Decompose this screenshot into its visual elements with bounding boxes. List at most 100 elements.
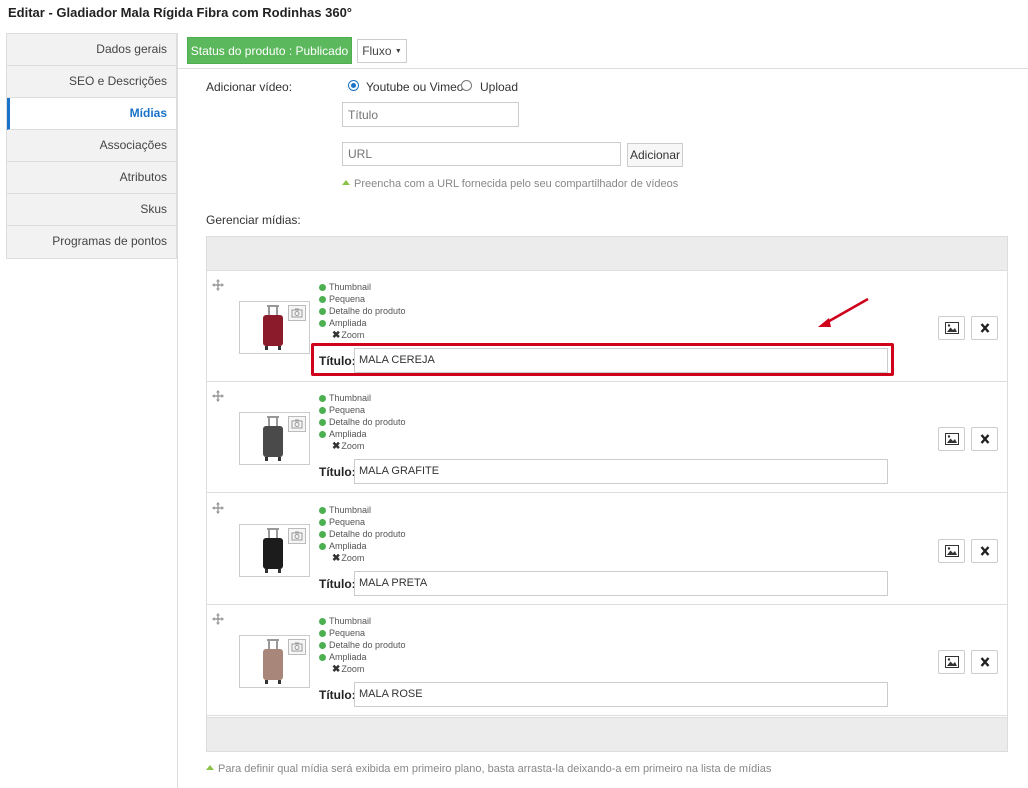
media-thumbnail[interactable] bbox=[239, 412, 310, 465]
radio-youtube-label: Youtube ou Vimeo bbox=[366, 80, 464, 94]
status-dot-icon bbox=[319, 654, 326, 661]
drag-move-icon[interactable] bbox=[212, 390, 224, 402]
page-title: Editar - Gladiador Mala Rígida Fibra com… bbox=[8, 5, 352, 20]
delete-media-button[interactable] bbox=[971, 650, 998, 674]
size-ampliada: Ampliada bbox=[329, 652, 367, 662]
close-icon bbox=[980, 434, 990, 444]
status-dot-icon bbox=[319, 308, 326, 315]
sidebar-item-associacoes[interactable]: Associações bbox=[7, 130, 176, 162]
media-thumbnail[interactable] bbox=[239, 524, 310, 577]
media-hint: Para definir qual mídia será exibida em … bbox=[206, 763, 771, 775]
highlight-box-annotation bbox=[311, 343, 894, 376]
delete-media-button[interactable] bbox=[971, 316, 998, 340]
media-title-label: Título: bbox=[319, 688, 356, 702]
status-dot-icon bbox=[319, 519, 326, 526]
close-icon bbox=[980, 546, 990, 556]
media-title-label: Título: bbox=[319, 577, 356, 591]
size-thumbnail: Thumbnail bbox=[329, 505, 372, 515]
flow-label: Fluxo bbox=[362, 44, 392, 58]
toolbar-divider bbox=[178, 68, 1028, 69]
size-pequena: Pequena bbox=[329, 628, 366, 638]
media-row[interactable]: Thumbnail Pequena Detalhe do produto Amp… bbox=[207, 382, 1007, 493]
camera-icon[interactable] bbox=[288, 528, 306, 544]
media-table: Thumbnail Pequena Detalhe do produto Amp… bbox=[206, 236, 1008, 752]
edit-image-button[interactable] bbox=[938, 427, 965, 451]
media-title-label: Título: bbox=[319, 465, 356, 479]
edit-image-button[interactable] bbox=[938, 539, 965, 563]
sidebar-item-programas-pontos[interactable]: Programas de pontos bbox=[7, 226, 176, 258]
x-mark-icon: ✖ bbox=[332, 441, 341, 452]
media-title-input[interactable]: MALA GRAFITE bbox=[354, 459, 888, 484]
suitcase-body bbox=[263, 538, 283, 569]
media-size-list: Thumbnail Pequena Detalhe do produto Amp… bbox=[319, 504, 406, 565]
video-hint-text: Preencha com a URL fornecida pelo seu co… bbox=[354, 178, 679, 190]
media-title-input[interactable]: MALA PRETA bbox=[354, 571, 888, 596]
suitcase-body bbox=[263, 426, 283, 457]
status-dot-icon bbox=[319, 642, 326, 649]
suitcase-image bbox=[263, 416, 283, 461]
sidebar-item-skus[interactable]: Skus bbox=[7, 194, 176, 226]
radio-upload-label: Upload bbox=[480, 80, 519, 94]
size-pequena: Pequena bbox=[329, 405, 366, 415]
suitcase-image bbox=[263, 528, 283, 573]
size-pequena: Pequena bbox=[329, 517, 366, 527]
camera-icon[interactable] bbox=[288, 305, 306, 321]
size-zoom: Zoom bbox=[341, 664, 365, 674]
size-detalhe: Detalhe do produto bbox=[329, 417, 406, 427]
sidebar-item-atributos[interactable]: Atributos bbox=[7, 162, 176, 194]
sidebar-nav: Dados gerais SEO e Descrições Mídias Ass… bbox=[6, 33, 177, 259]
flow-dropdown-button[interactable]: Fluxo ▼ bbox=[357, 39, 407, 63]
camera-icon[interactable] bbox=[288, 639, 306, 655]
radio-upload[interactable] bbox=[461, 80, 472, 91]
add-video-button[interactable]: Adicionar bbox=[627, 143, 683, 167]
camera-icon[interactable] bbox=[288, 416, 306, 432]
edit-image-button[interactable] bbox=[938, 650, 965, 674]
size-ampliada: Ampliada bbox=[329, 318, 367, 328]
size-thumbnail: Thumbnail bbox=[329, 282, 372, 292]
sidebar-item-seo[interactable]: SEO e Descrições bbox=[7, 66, 176, 98]
red-arrow-annotation bbox=[818, 297, 869, 327]
radio-youtube[interactable] bbox=[348, 80, 359, 91]
sidebar-item-dados-gerais[interactable]: Dados gerais bbox=[7, 34, 176, 66]
delete-media-button[interactable] bbox=[971, 427, 998, 451]
media-thumbnail[interactable] bbox=[239, 301, 310, 354]
edit-image-button[interactable] bbox=[938, 316, 965, 340]
media-row[interactable]: Thumbnail Pequena Detalhe do produto Amp… bbox=[207, 494, 1007, 605]
size-zoom: Zoom bbox=[341, 553, 365, 563]
image-icon bbox=[945, 656, 959, 668]
media-section-label: Gerenciar mídias: bbox=[206, 213, 301, 227]
suitcase-image bbox=[263, 639, 283, 684]
status-dot-icon bbox=[319, 419, 326, 426]
media-hint-text: Para definir qual mídia será exibida em … bbox=[218, 763, 772, 775]
suitcase-body bbox=[263, 649, 283, 680]
status-dot-icon bbox=[319, 296, 326, 303]
sidebar-item-midias[interactable]: Mídias bbox=[7, 98, 176, 130]
x-mark-icon: ✖ bbox=[332, 553, 341, 564]
video-title-input[interactable] bbox=[342, 102, 519, 127]
delete-media-button[interactable] bbox=[971, 539, 998, 563]
image-icon bbox=[945, 433, 959, 445]
media-table-header bbox=[207, 237, 1007, 271]
drag-move-icon[interactable] bbox=[212, 613, 224, 625]
drag-move-icon[interactable] bbox=[212, 279, 224, 291]
suitcase-body bbox=[263, 315, 283, 346]
media-thumbnail[interactable] bbox=[239, 635, 310, 688]
status-button[interactable]: Status do produto : Publicado bbox=[187, 37, 352, 64]
media-row[interactable]: Thumbnail Pequena Detalhe do produto Amp… bbox=[207, 605, 1007, 716]
x-mark-icon: ✖ bbox=[332, 330, 341, 341]
media-size-list: Thumbnail Pequena Detalhe do produto Amp… bbox=[319, 615, 406, 676]
close-icon bbox=[980, 323, 990, 333]
status-dot-icon bbox=[319, 395, 326, 402]
video-url-input[interactable] bbox=[342, 142, 621, 166]
hint-triangle-icon bbox=[342, 180, 350, 185]
video-section-label: Adicionar vídeo: bbox=[206, 80, 293, 94]
media-title-input[interactable]: MALA ROSE bbox=[354, 682, 888, 707]
size-zoom: Zoom bbox=[341, 330, 365, 340]
size-detalhe: Detalhe do produto bbox=[329, 529, 406, 539]
status-dot-icon bbox=[319, 284, 326, 291]
size-thumbnail: Thumbnail bbox=[329, 393, 372, 403]
drag-move-icon[interactable] bbox=[212, 502, 224, 514]
status-dot-icon bbox=[319, 531, 326, 538]
status-dot-icon bbox=[319, 320, 326, 327]
status-dot-icon bbox=[319, 618, 326, 625]
